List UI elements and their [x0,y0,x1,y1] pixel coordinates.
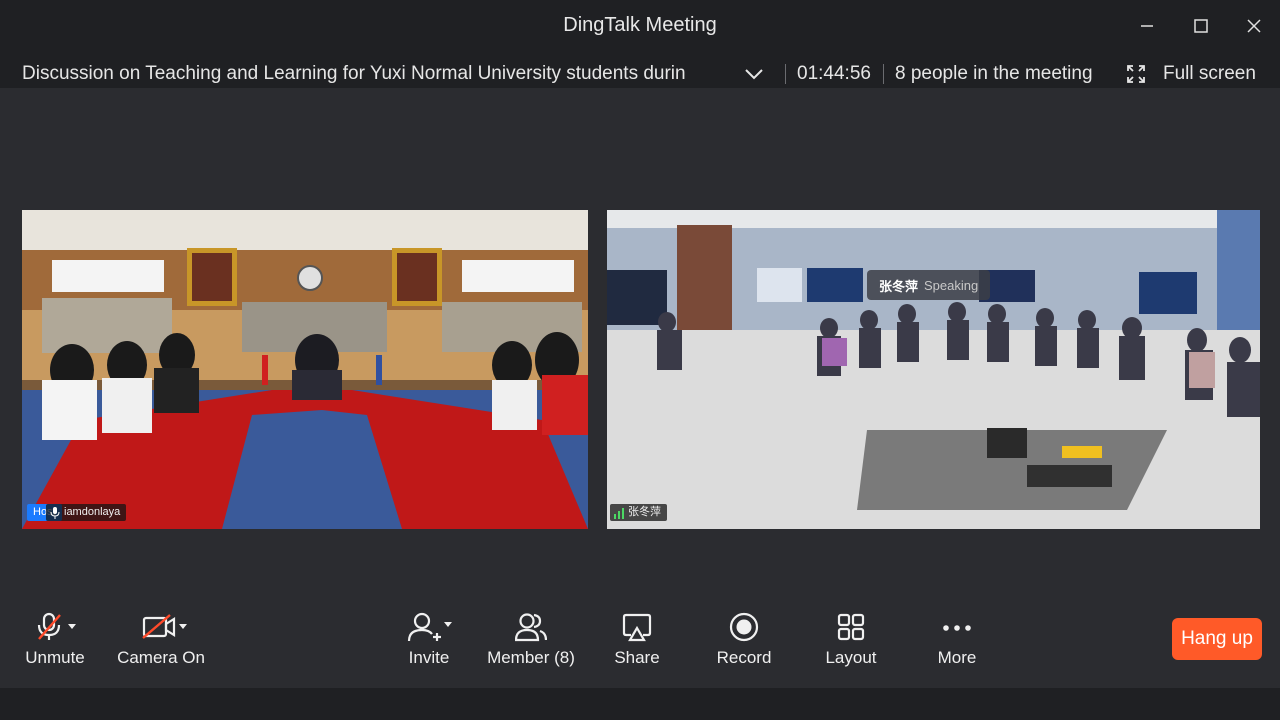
close-button[interactable] [1240,12,1268,40]
meeting-title: Discussion on Teaching and Learning for … [22,63,686,84]
minimize-button[interactable] [1133,12,1161,40]
conference-room-video [22,210,588,529]
caret-down-icon [68,624,76,629]
active-speaker-indicator: 张冬萍 Speaking [867,270,991,300]
participant-name-tag: 张冬萍 [610,504,667,521]
participant-name: iamdonlaya [64,506,121,518]
caret-down-icon [179,624,187,629]
meeting-info-bar: Discussion on Teaching and Learning for … [0,50,1280,88]
close-icon [1247,19,1261,33]
record-button[interactable]: Record [716,608,772,668]
speaker-name: 张冬萍 [879,278,919,294]
minimize-icon [1141,25,1153,27]
video-tile-host[interactable]: Host iamdonlaya [22,210,588,529]
share-button[interactable]: Share [612,608,662,668]
microphone-icon [50,506,60,519]
caret-down-icon [444,622,452,627]
divider [785,64,786,84]
meeting-toolbar: Unmute Camera On Invite Member (8) Share… [0,600,1280,688]
fullscreen-button[interactable]: Full screen [1163,63,1256,85]
participant-name: 张冬萍 [628,506,661,518]
unmute-button[interactable]: Unmute [24,608,86,668]
speaker-status: Speaking [924,277,979,293]
signal-bars-icon [614,507,624,519]
participant-count[interactable]: 8 people in the meeting [895,63,1093,85]
record-icon [729,612,759,642]
layout-button[interactable]: Layout [824,608,878,668]
member-button[interactable]: Member (8) [486,608,576,668]
invite-button[interactable]: Invite [402,608,456,668]
microphone-muted-icon [37,612,76,640]
fullscreen-icon[interactable] [1126,64,1146,84]
window-title: DingTalk Meeting [563,14,717,36]
screen-share-icon [622,613,652,642]
members-icon [515,613,547,642]
more-icon [943,625,971,631]
video-tile-remote[interactable]: 张冬萍 Speaking 张冬萍 [607,210,1260,529]
camera-button[interactable]: Camera On [117,608,205,668]
classroom-video [607,210,1260,529]
maximize-button[interactable] [1187,12,1215,40]
title-bar: DingTalk Meeting [0,0,1280,50]
divider [883,64,884,84]
camera-off-icon [142,614,187,639]
bottom-strip [0,688,1280,720]
maximize-icon [1194,19,1208,33]
more-button[interactable]: More [936,608,978,668]
hang-up-button[interactable]: Hang up [1172,618,1262,660]
add-user-icon [407,612,452,642]
grid-layout-icon [837,613,865,641]
participant-name-tag: iamdonlaya [46,504,127,521]
meeting-timer: 01:44:56 [797,63,871,84]
chevron-down-icon[interactable] [743,64,765,84]
